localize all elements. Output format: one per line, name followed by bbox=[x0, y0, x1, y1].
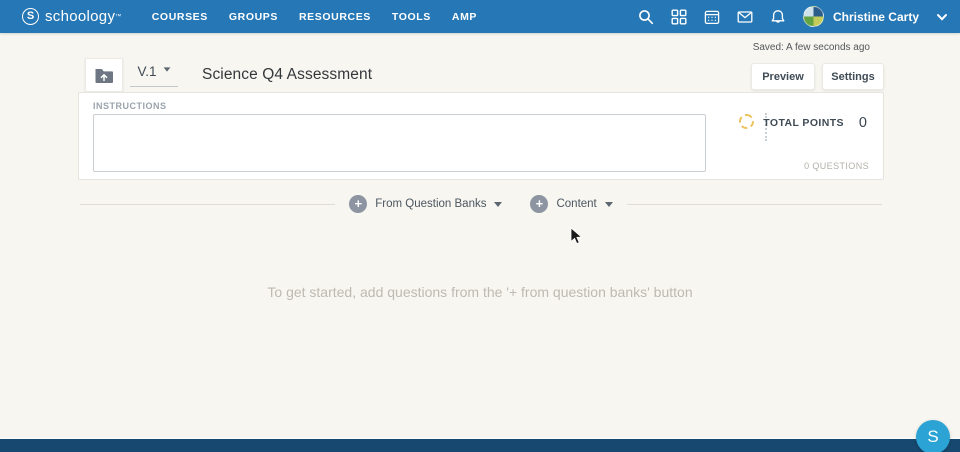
notifications-icon[interactable] bbox=[770, 9, 786, 25]
mouse-cursor bbox=[570, 227, 582, 245]
add-from-question-banks-button[interactable]: + From Question Banks bbox=[335, 195, 516, 213]
questions-count: 0 QUESTIONS bbox=[804, 161, 869, 171]
user-name[interactable]: Christine Carty bbox=[833, 10, 919, 24]
content-label: Content bbox=[556, 198, 596, 210]
caret-down-icon bbox=[605, 202, 613, 207]
search-icon[interactable] bbox=[638, 9, 654, 25]
plus-circle-icon: + bbox=[349, 195, 367, 213]
chevron-down-icon[interactable] bbox=[936, 11, 948, 23]
add-content-button[interactable]: + Content bbox=[516, 195, 626, 213]
instructions-input[interactable] bbox=[93, 114, 706, 172]
mail-icon[interactable] bbox=[737, 9, 753, 25]
preview-button[interactable]: Preview bbox=[751, 63, 815, 90]
nav-item-courses[interactable]: COURSES bbox=[141, 11, 218, 23]
nav-item-resources[interactable]: RESOURCES bbox=[289, 11, 382, 23]
caret-down-icon bbox=[163, 67, 170, 71]
empty-state-message: To get started, add questions from the '… bbox=[0, 284, 960, 300]
header-actions: Christine Carty bbox=[638, 0, 948, 33]
schoology-logo[interactable]: S schoology™ bbox=[22, 8, 121, 25]
saved-status: Saved: A few seconds ago bbox=[753, 42, 870, 53]
schoology-s-icon: S bbox=[22, 8, 39, 25]
plus-circle-icon: + bbox=[530, 195, 548, 213]
trademark-mark: ™ bbox=[115, 14, 121, 20]
nav-item-groups[interactable]: GROUPS bbox=[218, 11, 288, 23]
nav-item-tools[interactable]: TOOLS bbox=[381, 11, 441, 23]
total-points-label: TOTAL POINTS bbox=[763, 117, 844, 129]
nav-item-amp[interactable]: AMP bbox=[441, 11, 487, 23]
top-navigation-bar: S schoology™ COURSES GROUPS RESOURCES TO… bbox=[0, 0, 960, 33]
divider-line-left bbox=[80, 204, 335, 205]
add-row: + From Question Banks + Content bbox=[80, 195, 882, 213]
apps-grid-icon[interactable] bbox=[671, 9, 687, 25]
caret-down-icon bbox=[494, 202, 502, 207]
primary-nav: COURSES GROUPS RESOURCES TOOLS AMP bbox=[141, 11, 487, 23]
divider-line-right bbox=[627, 204, 882, 205]
calendar-icon[interactable] bbox=[704, 9, 720, 25]
from-question-banks-label: From Question Banks bbox=[375, 198, 486, 210]
brand-name: schoology bbox=[45, 8, 115, 25]
support-fab-button[interactable]: S bbox=[916, 420, 950, 452]
bottom-bar bbox=[0, 438, 960, 452]
user-avatar[interactable] bbox=[803, 6, 824, 27]
total-points-value: 0 bbox=[859, 115, 867, 131]
sync-spinner-icon bbox=[739, 114, 754, 129]
export-to-resources-button[interactable] bbox=[85, 58, 123, 92]
total-points: TOTAL POINTS 0 bbox=[763, 115, 867, 131]
assessment-editor-page: S schoology™ COURSES GROUPS RESOURCES TO… bbox=[0, 0, 960, 452]
assessment-summary-card: INSTRUCTIONS TOTAL POINTS 0 0 QUESTIONS bbox=[78, 92, 884, 180]
folder-up-icon bbox=[94, 67, 114, 84]
version-label: V.1 bbox=[137, 64, 156, 79]
settings-button[interactable]: Settings bbox=[822, 63, 884, 90]
instructions-label: INSTRUCTIONS bbox=[93, 101, 167, 111]
assessment-title[interactable]: Science Q4 Assessment bbox=[202, 66, 372, 84]
version-dropdown[interactable]: V.1 bbox=[130, 64, 178, 87]
